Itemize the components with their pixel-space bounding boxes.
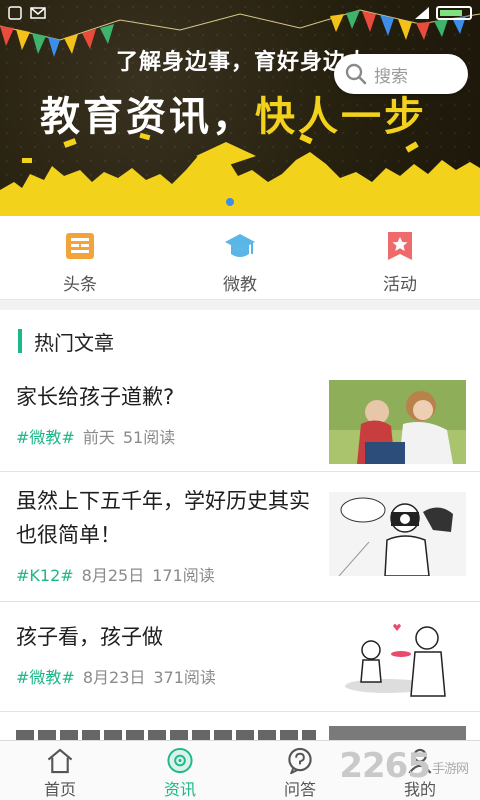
article-date: 8月23日 bbox=[82, 668, 146, 687]
article-tag[interactable]: #微教# bbox=[16, 668, 75, 687]
promo-banner[interactable]: 了解身边事，育好身边人 教育资讯，快人一步 bbox=[0, 0, 480, 216]
article-title: 孩子看，孩子做 bbox=[16, 625, 163, 649]
article-item-partial[interactable] bbox=[0, 712, 480, 742]
tab-label: 资讯 bbox=[163, 780, 196, 799]
tab-news[interactable]: 资讯 bbox=[120, 741, 240, 800]
search-placeholder: 搜索 bbox=[374, 66, 408, 87]
category-label: 活动 bbox=[383, 275, 417, 295]
article-reads: 51阅读 bbox=[122, 428, 176, 447]
status-notification-icon bbox=[8, 6, 22, 20]
article-item[interactable]: 家长给孩子道歉? #微教# 前天 51阅读 bbox=[0, 372, 480, 472]
banner-headline-yellow: 快人一步 bbox=[255, 94, 427, 140]
article-reads: 371阅读 bbox=[153, 668, 216, 687]
status-signal-icon bbox=[415, 7, 429, 19]
article-date: 8月25日 bbox=[81, 566, 145, 585]
graduates-silhouette bbox=[0, 132, 480, 216]
article-thumbnail bbox=[329, 492, 466, 576]
article-thumbnail bbox=[329, 380, 466, 464]
app-screen: 了解身边事，育好身边人 教育资讯，快人一步 搜索 头条 微教 活动 热门文章 家… bbox=[0, 0, 480, 800]
search-box[interactable]: 搜索 bbox=[334, 54, 468, 94]
status-battery-icon bbox=[436, 6, 472, 20]
article-reads: 171阅读 bbox=[152, 566, 215, 585]
category-micro-teach[interactable]: 微教 bbox=[160, 216, 320, 299]
section-accent-bar bbox=[18, 329, 22, 353]
tab-home[interactable]: 首页 bbox=[0, 741, 120, 800]
section-title: 热门文章 bbox=[34, 330, 114, 355]
search-icon bbox=[345, 63, 367, 85]
section-header: 热门文章 bbox=[0, 310, 480, 372]
graduation-cap-icon bbox=[225, 234, 255, 257]
category-headlines[interactable]: 头条 bbox=[0, 216, 160, 299]
article-title: 虽然上下五千年，学好历史其实也很简单！ bbox=[16, 489, 310, 547]
tab-label: 问答 bbox=[283, 780, 316, 799]
star-ribbon-icon bbox=[388, 232, 412, 260]
banner-pager-dot[interactable] bbox=[226, 198, 234, 206]
article-thumbnail bbox=[329, 616, 466, 700]
article-tag[interactable]: #微教# bbox=[16, 428, 75, 447]
article-item[interactable]: 孩子看，孩子做 #微教# 8月23日 371阅读 bbox=[0, 602, 480, 712]
site-watermark: 2265 手游网 bbox=[339, 746, 469, 786]
news-disc-icon bbox=[167, 747, 193, 774]
article-meta: #微教# 前天 51阅读 bbox=[16, 424, 175, 448]
article-date: 前天 bbox=[82, 428, 115, 447]
home-icon bbox=[47, 748, 73, 774]
article-meta: #K12# 8月25日 171阅读 bbox=[16, 562, 215, 586]
status-mail-icon bbox=[30, 7, 46, 19]
watermark-sub: 手游网 bbox=[431, 762, 469, 777]
category-label: 头条 bbox=[63, 275, 97, 295]
banner-headline-comma: ， bbox=[212, 94, 255, 140]
banner-subtitle: 了解身边事，育好身边人 bbox=[116, 50, 370, 75]
status-bar bbox=[0, 0, 480, 26]
article-meta: #微教# 8月23日 371阅读 bbox=[16, 664, 216, 688]
category-nav: 头条 微教 活动 bbox=[0, 216, 480, 300]
question-icon bbox=[288, 747, 312, 774]
hot-articles-section: 热门文章 家长给孩子道歉? #微教# 前天 51阅读 虽然上下五千年，学好历史其实也… bbox=[0, 310, 480, 742]
article-item[interactable]: 虽然上下五千年，学好历史其实也很简单！ #K12# 8月25日 171阅读 bbox=[0, 472, 480, 602]
banner-headline-white: 教育资讯 bbox=[40, 94, 212, 140]
category-activities[interactable]: 活动 bbox=[320, 216, 480, 299]
article-tag[interactable]: #K12# bbox=[16, 566, 74, 585]
article-title: 家长给孩子道歉? bbox=[16, 385, 175, 409]
tab-label: 首页 bbox=[43, 780, 76, 799]
category-label: 微教 bbox=[223, 275, 257, 295]
watermark-main: 2265 bbox=[339, 746, 431, 786]
newspaper-icon bbox=[66, 233, 94, 259]
